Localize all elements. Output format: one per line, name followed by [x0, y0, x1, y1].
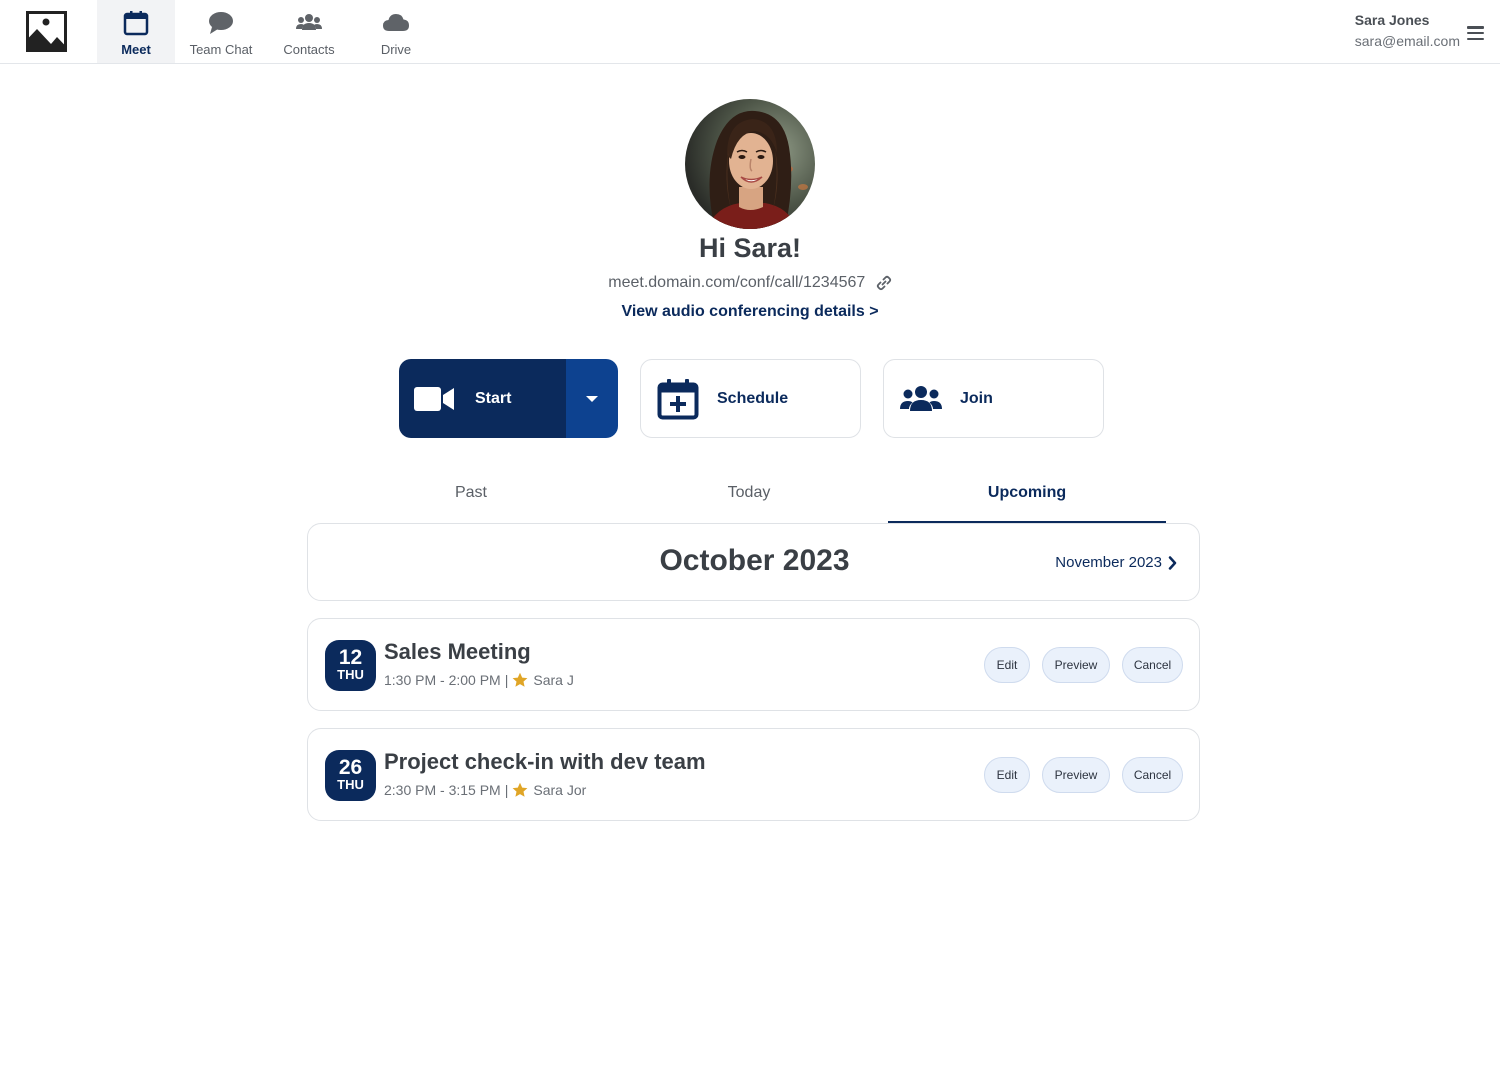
- greeting-heading: Hi Sara!: [698, 233, 802, 263]
- cancel-button[interactable]: Cancel: [1122, 757, 1183, 793]
- meeting-weekday: THU: [337, 667, 364, 682]
- nav-item-meet[interactable]: Meet: [97, 0, 175, 63]
- user-account-info[interactable]: Sara Jones sara@email.com: [1355, 12, 1460, 49]
- calendar-icon: [123, 11, 149, 36]
- meeting-meta: 1:30 PM - 2:00 PM | Sara J: [384, 672, 574, 688]
- user-name: Sara Jones: [1354, 12, 1430, 28]
- meeting-meta: 2:30 PM - 3:15 PM | Sara Jor: [384, 782, 586, 798]
- nav-item-contacts[interactable]: Contacts: [270, 0, 348, 63]
- caret-down-icon: [586, 395, 598, 402]
- edit-button[interactable]: Edit: [984, 757, 1030, 793]
- preview-button[interactable]: Preview: [1042, 757, 1110, 793]
- group-icon: [900, 385, 942, 411]
- nav-item-drive[interactable]: Drive: [358, 0, 434, 63]
- meeting-title: Project check-in with dev team: [384, 749, 706, 774]
- nav-label: Contacts: [283, 42, 335, 57]
- audio-conferencing-details-link[interactable]: View audio conferencing details >: [0, 303, 1500, 321]
- personal-meeting-link[interactable]: meet.domain.com/conf/call/1234567: [608, 274, 865, 291]
- star-icon: [512, 782, 528, 797]
- meeting-date-badge: 26 THU: [325, 750, 376, 801]
- star-icon: [512, 672, 528, 687]
- user-email: sara@email.com: [1354, 33, 1460, 49]
- meeting-list-item[interactable]: 26 THU Project check-in with dev team 2:…: [307, 728, 1200, 821]
- preview-button[interactable]: Preview: [1042, 647, 1110, 683]
- personal-meeting-link-row: meet.domain.com/conf/call/1234567: [0, 274, 1500, 292]
- image-placeholder-logo-icon[interactable]: [26, 11, 67, 52]
- meeting-host: Sara Jor: [533, 782, 587, 798]
- meeting-time: 1:30 PM - 2:00 PM: [384, 672, 501, 688]
- next-month-link[interactable]: November 2023: [1055, 554, 1177, 571]
- video-camera-icon: [414, 386, 454, 411]
- meeting-list-item[interactable]: 12 THU Sales Meeting 1:30 PM - 2:00 PM |…: [307, 618, 1200, 711]
- tab-upcoming[interactable]: Upcoming: [888, 470, 1166, 523]
- nav-label: Drive: [380, 42, 412, 57]
- edit-button[interactable]: Edit: [984, 647, 1030, 683]
- tab-past[interactable]: Past: [332, 470, 610, 523]
- copy-link-icon[interactable]: [876, 275, 892, 291]
- meeting-date-badge: 12 THU: [325, 640, 376, 691]
- schedule-button-label: Schedule: [717, 389, 789, 407]
- schedule-meeting-button[interactable]: Schedule: [640, 359, 861, 438]
- month-header: October 2023 November 2023: [307, 523, 1200, 601]
- meeting-weekday: THU: [337, 777, 364, 792]
- meta-separator: |: [504, 782, 509, 798]
- chevron-right-icon: [1168, 555, 1177, 570]
- next-month-label: November 2023: [1055, 554, 1162, 571]
- cancel-button[interactable]: Cancel: [1122, 647, 1183, 683]
- avatar: [685, 99, 815, 229]
- tab-today[interactable]: Today: [610, 470, 888, 523]
- join-meeting-button[interactable]: Join: [883, 359, 1104, 438]
- meta-separator: |: [504, 672, 509, 688]
- meeting-tabs: Past Today Upcoming: [332, 470, 1166, 523]
- start-button-label: Start: [475, 389, 512, 407]
- meeting-time: 2:30 PM - 3:15 PM: [384, 782, 501, 798]
- nav-item-team-chat[interactable]: Team Chat: [180, 0, 262, 63]
- nav-label: Team Chat: [189, 42, 253, 57]
- meeting-day: 12: [338, 646, 363, 669]
- join-button-label: Join: [960, 389, 993, 407]
- start-options-dropdown[interactable]: [566, 359, 618, 438]
- start-meeting-button[interactable]: Start: [399, 359, 618, 438]
- nav-label: Meet: [121, 42, 151, 57]
- calendar-plus-icon: [657, 378, 699, 419]
- meeting-title: Sales Meeting: [384, 639, 531, 664]
- top-navigation-bar: Meet Team Chat Contacts Drive Sara Jones…: [0, 0, 1500, 64]
- chat-bubble-icon: [209, 12, 233, 34]
- start-meeting-main[interactable]: Start: [399, 359, 566, 438]
- meeting-day: 26: [338, 756, 363, 779]
- meeting-host: Sara J: [533, 672, 574, 688]
- cloud-icon: [383, 14, 409, 31]
- hamburger-menu-icon[interactable]: [1467, 26, 1484, 41]
- people-icon: [296, 14, 322, 30]
